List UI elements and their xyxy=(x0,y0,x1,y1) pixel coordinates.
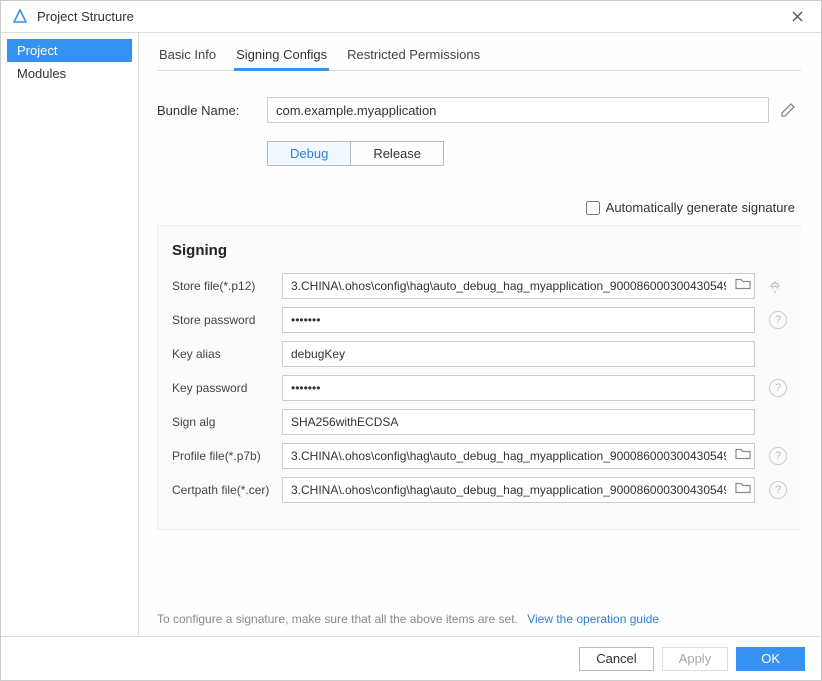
profile-file-input[interactable] xyxy=(282,443,755,469)
help-icon[interactable]: ? xyxy=(769,379,787,397)
app-icon xyxy=(11,8,29,26)
certpath-file-label: Certpath file(*.cer) xyxy=(172,483,282,497)
key-alias-label: Key alias xyxy=(172,347,282,361)
help-icon[interactable]: ? xyxy=(769,447,787,465)
help-icon[interactable]: ? xyxy=(769,481,787,499)
auto-generate-label: Automatically generate signature xyxy=(606,200,795,215)
folder-icon[interactable] xyxy=(735,447,751,466)
sidebar: Project Modules xyxy=(1,33,139,636)
profile-file-label: Profile file(*.p7b) xyxy=(172,449,282,463)
folder-icon[interactable] xyxy=(735,277,751,296)
tabs: Basic Info Signing Configs Restricted Pe… xyxy=(157,47,801,71)
bundle-name-input[interactable] xyxy=(267,97,769,123)
segment-debug[interactable]: Debug xyxy=(268,142,351,165)
auto-generate-checkbox-input[interactable] xyxy=(586,201,600,215)
tab-restricted-permissions[interactable]: Restricted Permissions xyxy=(345,47,482,70)
operation-guide-link[interactable]: View the operation guide xyxy=(527,612,659,626)
auto-generate-signature-checkbox[interactable]: Automatically generate signature xyxy=(586,200,795,215)
sign-alg-input[interactable] xyxy=(282,409,755,435)
build-type-segment: Debug Release xyxy=(267,141,444,166)
store-password-label: Store password xyxy=(172,313,282,327)
key-password-label: Key password xyxy=(172,381,282,395)
apply-button: Apply xyxy=(662,647,729,671)
cancel-button[interactable]: Cancel xyxy=(579,647,653,671)
sidebar-item-modules[interactable]: Modules xyxy=(7,62,132,85)
tab-basic-info[interactable]: Basic Info xyxy=(157,47,218,70)
edit-icon[interactable] xyxy=(775,97,801,123)
main-panel: Basic Info Signing Configs Restricted Pe… xyxy=(139,33,821,636)
key-password-input[interactable] xyxy=(282,375,755,401)
sign-alg-label: Sign alg xyxy=(172,415,282,429)
certpath-file-input[interactable] xyxy=(282,477,755,503)
store-password-input[interactable] xyxy=(282,307,755,333)
folder-icon[interactable] xyxy=(735,481,751,500)
key-alias-input[interactable] xyxy=(282,341,755,367)
footer: Cancel Apply OK xyxy=(1,636,821,680)
close-icon[interactable] xyxy=(783,3,811,31)
store-file-input[interactable] xyxy=(282,273,755,299)
tab-signing-configs[interactable]: Signing Configs xyxy=(234,47,329,70)
bundle-name-label: Bundle Name: xyxy=(157,103,267,118)
ok-button[interactable]: OK xyxy=(736,647,805,671)
window-title: Project Structure xyxy=(37,9,783,24)
signing-title: Signing xyxy=(172,242,755,259)
signing-section: Signing Store file(*.p12) Store password… xyxy=(157,225,801,530)
sidebar-item-project[interactable]: Project xyxy=(7,39,132,62)
help-icon[interactable]: ? xyxy=(769,311,787,329)
helper-text: To configure a signature, make sure that… xyxy=(157,604,801,626)
titlebar: Project Structure xyxy=(1,1,821,33)
fingerprint-icon[interactable] xyxy=(763,275,787,299)
segment-release[interactable]: Release xyxy=(351,142,443,165)
store-file-label: Store file(*.p12) xyxy=(172,279,282,293)
